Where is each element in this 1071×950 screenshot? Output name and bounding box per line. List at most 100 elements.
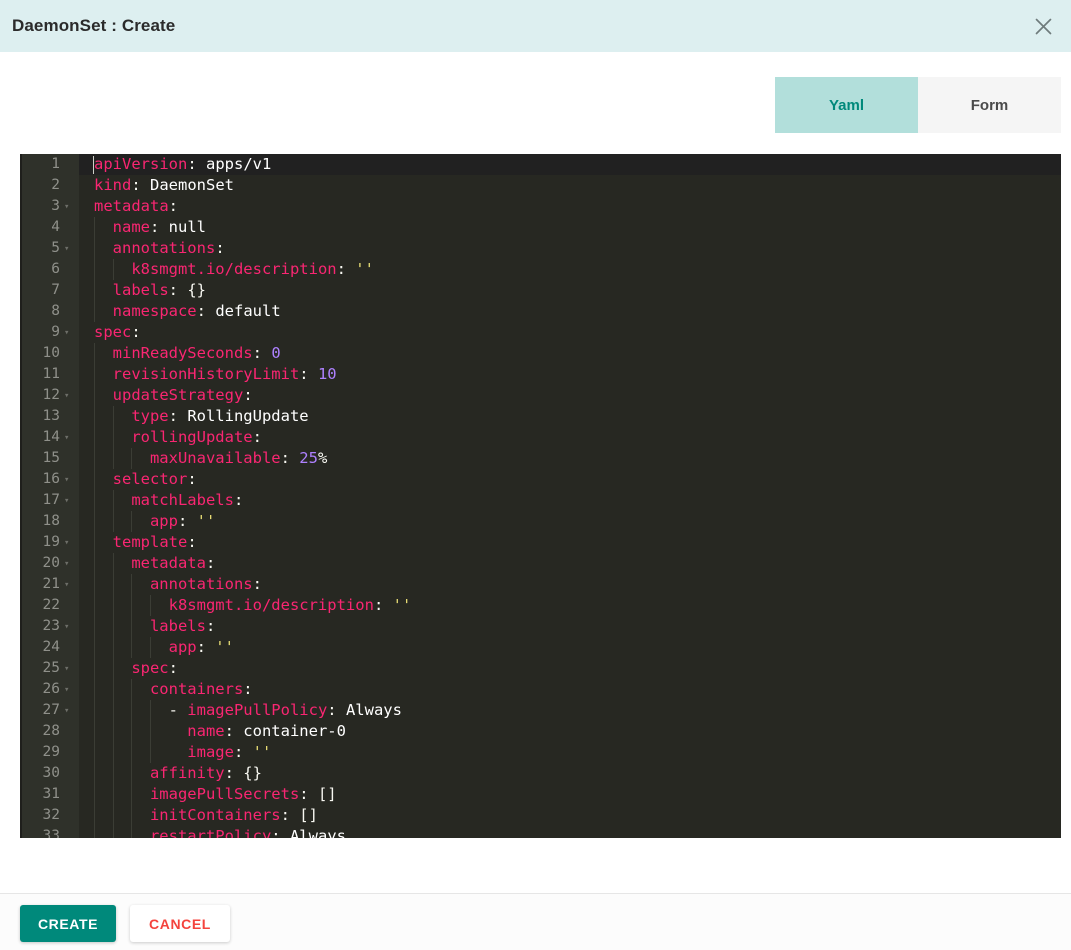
fold-toggle-icon[interactable]: ▾ bbox=[64, 238, 74, 261]
editor-line[interactable]: 30 affinity: {} bbox=[22, 763, 1061, 784]
line-number: 4 bbox=[51, 219, 60, 235]
editor-line[interactable]: 8 namespace: default bbox=[22, 301, 1061, 322]
line-number: 21 bbox=[42, 576, 60, 592]
editor-line[interactable]: 32 initContainers: [] bbox=[22, 805, 1061, 826]
line-number: 20 bbox=[42, 555, 60, 571]
editor-line-background bbox=[79, 280, 1061, 301]
editor-line[interactable]: 5 ▾ annotations: bbox=[22, 238, 1061, 259]
token-pun: : bbox=[187, 470, 197, 488]
editor-line-text: labels: bbox=[150, 616, 215, 637]
editor-line[interactable]: 28 name: container-0 bbox=[22, 721, 1061, 742]
editor-line[interactable]: 14 ▾ rollingUpdate: bbox=[22, 427, 1061, 448]
editor-line[interactable]: 25 ▾ spec: bbox=[22, 658, 1061, 679]
editor-line[interactable]: 23 ▾ labels: bbox=[22, 616, 1061, 637]
editor-line-background bbox=[79, 553, 1061, 574]
indent-guide bbox=[112, 826, 114, 838]
editor-line[interactable]: 12 ▾ updateStrategy: bbox=[22, 385, 1061, 406]
fold-toggle-icon[interactable]: ▾ bbox=[64, 490, 74, 513]
editor-line[interactable]: 17 ▾ matchLabels: bbox=[22, 490, 1061, 511]
indent-guide bbox=[94, 364, 95, 385]
fold-toggle-icon[interactable]: ▾ bbox=[64, 385, 74, 408]
token-pun: : bbox=[280, 449, 300, 467]
line-number: 25 bbox=[42, 660, 60, 676]
page-title: DaemonSet : Create bbox=[12, 16, 176, 35]
line-number: 28 bbox=[42, 723, 60, 739]
indent-guide bbox=[94, 511, 95, 532]
token-str: '' bbox=[196, 512, 216, 530]
line-number: 29 bbox=[42, 744, 60, 760]
editor-line[interactable]: 31 imagePullSecrets: [] bbox=[22, 784, 1061, 805]
editor-line[interactable]: 3 ▾ metadata: bbox=[22, 196, 1061, 217]
line-number: 24 bbox=[42, 639, 60, 655]
editor-line[interactable]: 22 k8smgmt.io/description: '' bbox=[22, 595, 1061, 616]
editor-line[interactable]: 2 kind: DaemonSet bbox=[22, 175, 1061, 196]
editor-line[interactable]: 13 type: RollingUpdate bbox=[22, 406, 1061, 427]
token-key: name bbox=[187, 722, 225, 740]
editor-line[interactable]: 7 labels: {} bbox=[22, 280, 1061, 301]
close-button[interactable] bbox=[1019, 0, 1067, 52]
indent-guide bbox=[112, 406, 114, 427]
editor-line[interactable]: 16 ▾ selector: bbox=[22, 469, 1061, 490]
indent-guide bbox=[94, 595, 95, 616]
editor-line[interactable]: 29 image: '' bbox=[22, 742, 1061, 763]
indent-guide bbox=[112, 574, 114, 595]
editor-line[interactable]: 24 app: '' bbox=[22, 637, 1061, 658]
token-pun: : bbox=[168, 281, 188, 299]
indent-guide bbox=[112, 658, 114, 679]
token-str: '' bbox=[355, 260, 374, 278]
indent-guide bbox=[94, 238, 95, 259]
fold-toggle-icon[interactable]: ▾ bbox=[64, 679, 74, 702]
indent-guide bbox=[94, 301, 95, 322]
editor-line[interactable]: 27 ▾ - imagePullPolicy: Always bbox=[22, 700, 1061, 721]
editor-line[interactable]: 6 k8smgmt.io/description: '' bbox=[22, 259, 1061, 280]
fold-toggle-icon[interactable]: ▾ bbox=[64, 700, 74, 723]
editor-line-text: apiVersion: apps/v1 bbox=[94, 154, 271, 175]
token-val: RollingUpdate bbox=[187, 407, 309, 425]
editor-line[interactable]: 26 ▾ containers: bbox=[22, 679, 1061, 700]
fold-toggle-icon[interactable]: ▾ bbox=[64, 658, 74, 681]
fold-toggle-icon[interactable]: ▾ bbox=[64, 574, 74, 597]
token-pun: [] bbox=[317, 785, 337, 803]
editor-line[interactable]: 1 apiVersion: apps/v1 bbox=[22, 154, 1061, 175]
editor-line[interactable]: 18 app: '' bbox=[22, 511, 1061, 532]
token-key: minReadySeconds bbox=[112, 344, 253, 362]
editor-line-background bbox=[79, 469, 1061, 490]
line-number: 27 bbox=[42, 702, 60, 718]
editor-line-text: containers: bbox=[150, 679, 253, 700]
editor-line-background bbox=[79, 532, 1061, 553]
editor-scroll-area[interactable]: 1 apiVersion: apps/v1 2 kind: DaemonSet 3 ▾ me… bbox=[22, 154, 1061, 838]
editor-line[interactable]: 21 ▾ annotations: bbox=[22, 574, 1061, 595]
line-number: 18 bbox=[42, 513, 60, 529]
create-button[interactable]: CREATE bbox=[20, 905, 116, 942]
line-number: 15 bbox=[42, 450, 60, 466]
editor-line[interactable]: 9 ▾ spec: bbox=[22, 322, 1061, 343]
editor-line[interactable]: 4 name: null bbox=[22, 217, 1061, 238]
close-icon bbox=[1034, 17, 1053, 36]
editor-code-area[interactable]: 1 apiVersion: apps/v1 2 kind: DaemonSet 3 ▾ me… bbox=[22, 154, 1061, 838]
yaml-editor[interactable]: 1 apiVersion: apps/v1 2 kind: DaemonSet 3 ▾ me… bbox=[20, 154, 1061, 838]
fold-toggle-icon[interactable]: ▾ bbox=[64, 196, 74, 219]
tab-form[interactable]: Form bbox=[918, 77, 1061, 133]
indent-guide bbox=[112, 595, 114, 616]
editor-line[interactable]: 33 restartPolicy: Always bbox=[22, 826, 1061, 838]
token-str: '' bbox=[215, 638, 234, 656]
fold-toggle-icon[interactable]: ▾ bbox=[64, 616, 74, 639]
fold-toggle-icon[interactable]: ▾ bbox=[64, 553, 74, 576]
fold-toggle-icon[interactable]: ▾ bbox=[64, 427, 74, 450]
indent-guide bbox=[94, 826, 95, 838]
editor-line[interactable]: 20 ▾ metadata: bbox=[22, 553, 1061, 574]
fold-toggle-icon[interactable]: ▾ bbox=[64, 532, 74, 555]
token-pun: : bbox=[187, 533, 197, 551]
editor-line[interactable]: 11 revisionHistoryLimit: 10 bbox=[22, 364, 1061, 385]
editor-line[interactable]: 15 maxUnavailable: 25% bbox=[22, 448, 1061, 469]
fold-toggle-icon[interactable]: ▾ bbox=[64, 322, 74, 345]
token-pun: : bbox=[252, 575, 262, 593]
cancel-button[interactable]: CANCEL bbox=[130, 905, 230, 942]
editor-line[interactable]: 10 minReadySeconds: 0 bbox=[22, 343, 1061, 364]
editor-line[interactable]: 19 ▾ template: bbox=[22, 532, 1061, 553]
token-num: 0 bbox=[271, 344, 281, 362]
fold-toggle-icon[interactable]: ▾ bbox=[64, 469, 74, 492]
tab-yaml[interactable]: Yaml bbox=[775, 77, 918, 133]
line-number: 31 bbox=[42, 786, 60, 802]
indent-guide bbox=[149, 595, 151, 616]
